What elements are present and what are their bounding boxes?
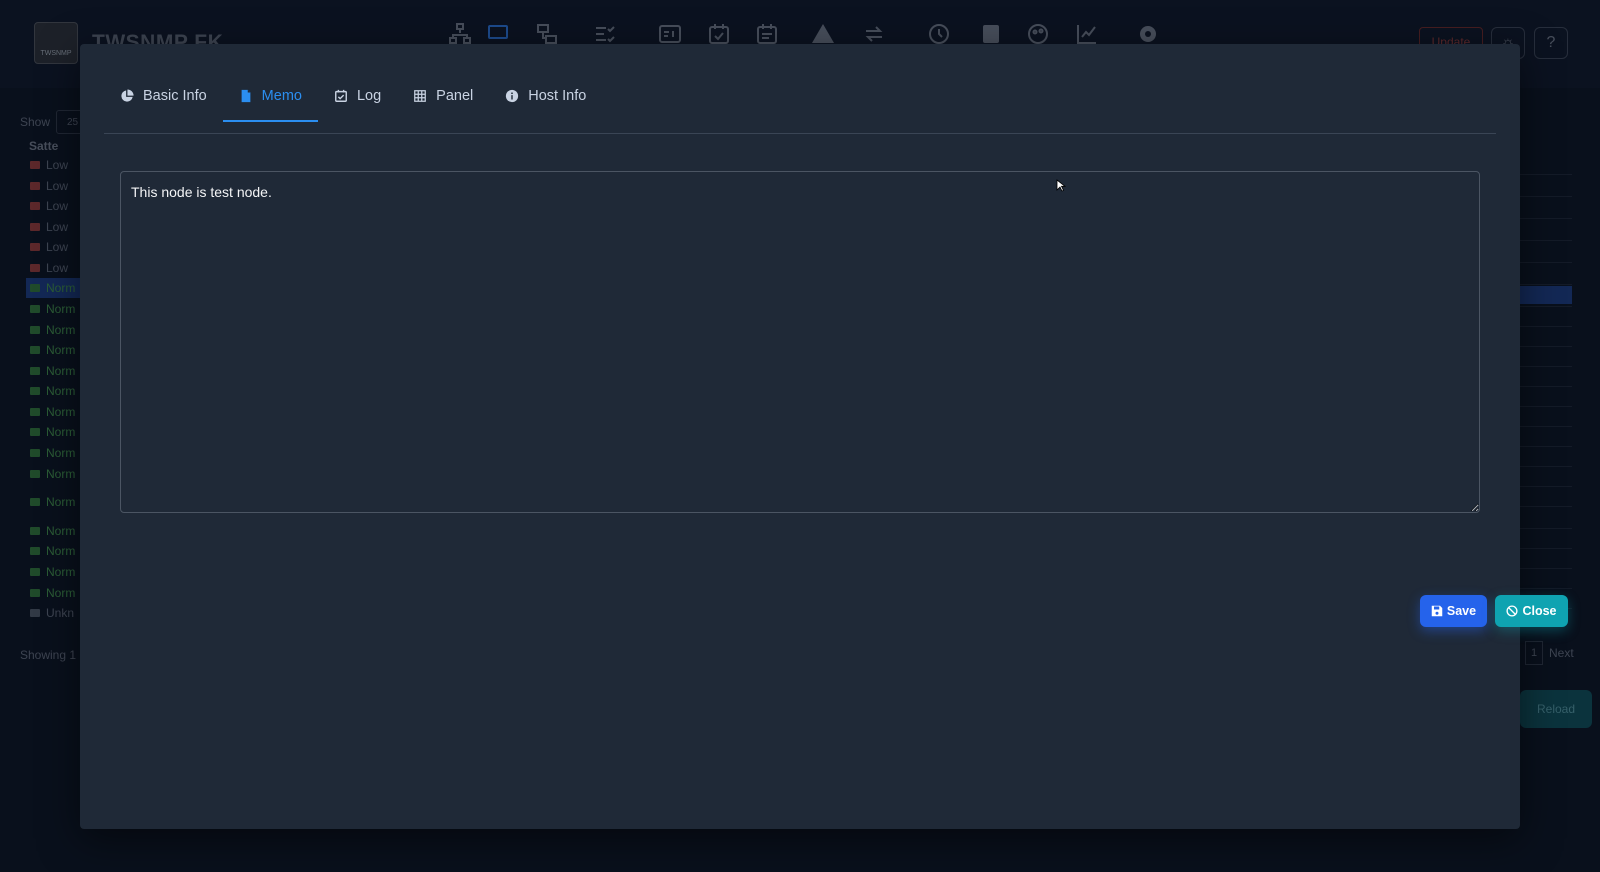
dialog-tabs: Basic Info Memo Log Panel Host Info xyxy=(104,70,1496,134)
tab-host-info[interactable]: Host Info xyxy=(489,70,602,122)
mouse-cursor-icon xyxy=(1056,179,1066,192)
tab-label: Basic Info xyxy=(143,88,207,104)
tab-label: Log xyxy=(356,88,382,104)
save-button[interactable]: Save xyxy=(1420,595,1487,627)
document-icon xyxy=(239,89,253,103)
calendar-check-icon xyxy=(334,89,348,103)
save-button-label: Save xyxy=(1446,604,1477,618)
save-icon xyxy=(1431,605,1443,617)
ban-icon xyxy=(1506,605,1519,617)
pie-chart-icon xyxy=(120,89,134,103)
tab-log[interactable]: Log xyxy=(318,70,397,122)
tab-basic-info[interactable]: Basic Info xyxy=(104,70,223,122)
tab-label: Panel xyxy=(436,88,474,104)
tab-memo[interactable]: Memo xyxy=(222,70,319,122)
tab-label: Host Info xyxy=(528,88,587,104)
close-button[interactable]: Close xyxy=(1495,595,1568,627)
memo-textarea[interactable] xyxy=(120,171,1480,513)
info-icon xyxy=(505,89,519,103)
table-icon xyxy=(413,89,427,103)
node-info-dialog: Basic Info Memo Log Panel Host Info This… xyxy=(80,44,1568,829)
tab-label: Memo xyxy=(261,88,302,104)
close-button-label: Close xyxy=(1522,604,1557,618)
tab-panel[interactable]: Panel xyxy=(397,70,489,122)
